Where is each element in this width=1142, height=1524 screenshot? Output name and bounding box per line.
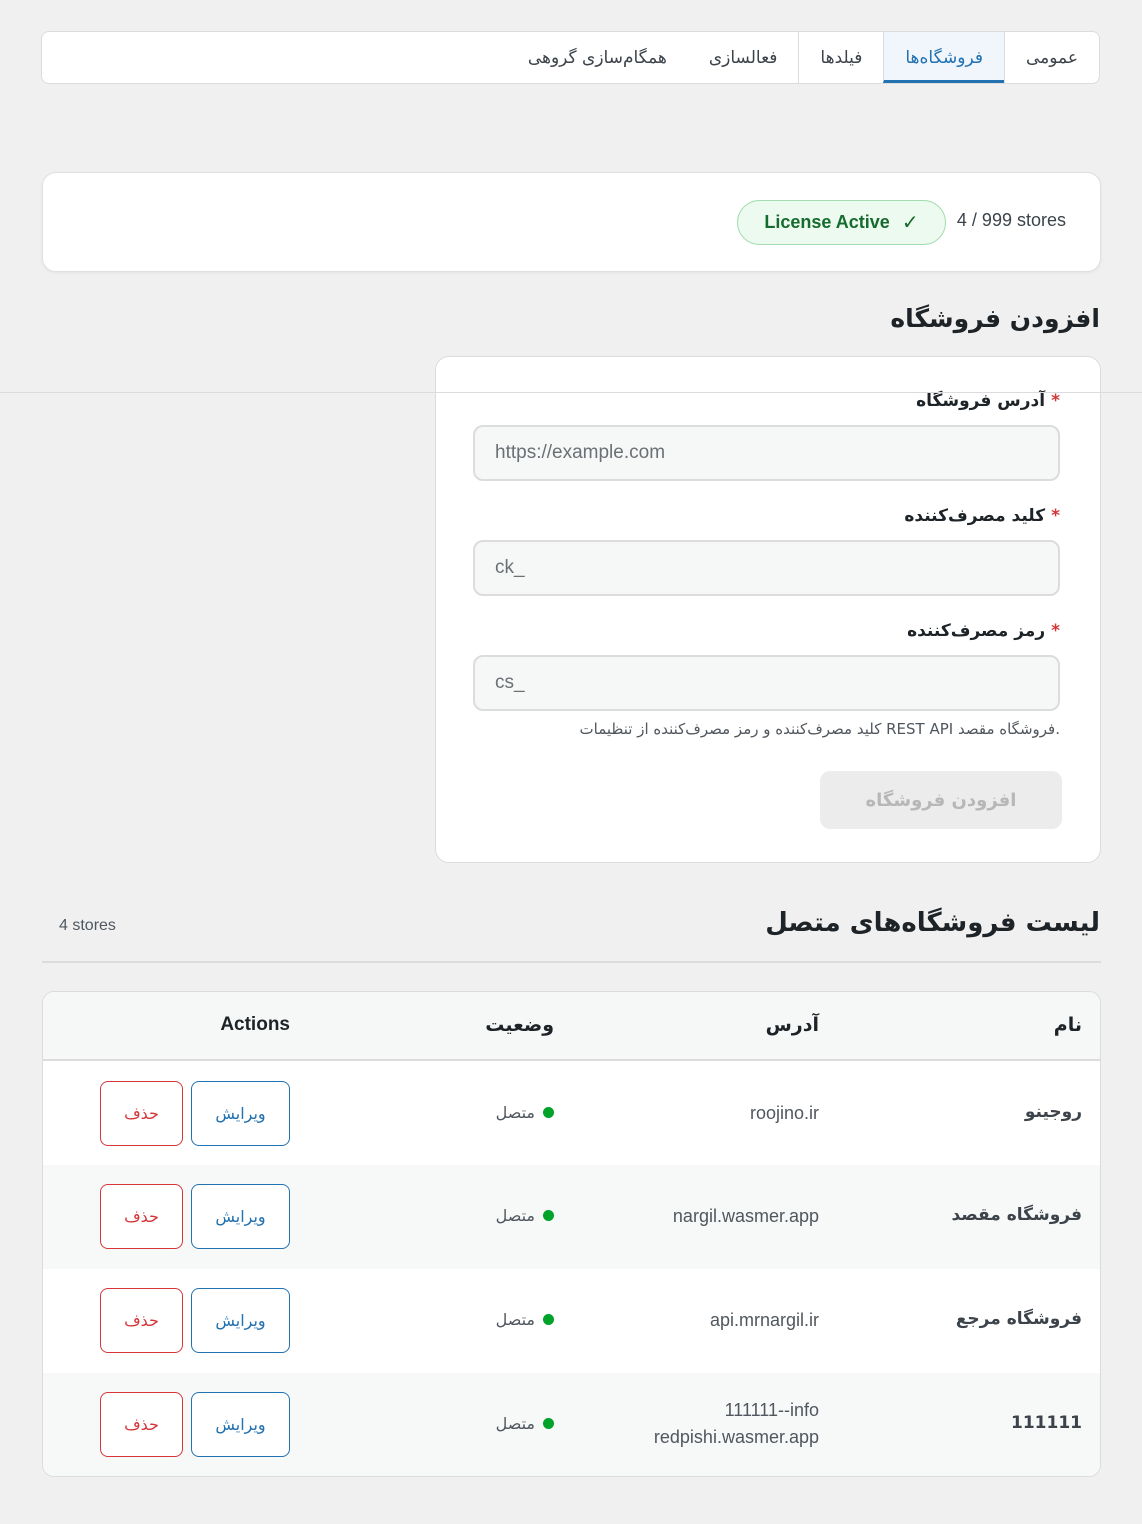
tab-bulk-sync[interactable]: همگام‌سازی گروهی <box>507 32 688 83</box>
required-mark: * <box>1051 621 1060 641</box>
tab-fields[interactable]: فیلدها <box>798 32 883 83</box>
store-url-label: * آدرس فروشگاه <box>916 391 1060 411</box>
edit-button[interactable]: ویرایش <box>191 1392 290 1457</box>
table-row: 111111 111111--info redpishi.wasmer.app … <box>43 1373 1100 1476</box>
status-badge: متصل <box>496 1103 554 1122</box>
status-label: متصل <box>495 1103 535 1122</box>
store-address: api.mrnargil.ir <box>710 1307 819 1334</box>
credentials-help-text: کلید مصرف‌کننده و رمز مصرف‌کننده از تنظی… <box>579 720 1060 738</box>
table-row: روجینو roojino.ir متصل ویرایش حذف <box>43 1062 1100 1166</box>
connected-dot-icon <box>543 1210 554 1221</box>
consumer-key-label: * کلید مصرف‌کننده <box>904 506 1060 526</box>
store-name: روجینو <box>1024 1102 1082 1122</box>
add-store-button[interactable]: افزودن فروشگاه <box>820 771 1062 829</box>
status-badge: متصل <box>496 1414 554 1433</box>
status-label: متصل <box>495 1206 535 1225</box>
license-store-count: 4 / 999 stores <box>956 210 1066 230</box>
store-list-count: 4 stores <box>59 917 116 934</box>
consumer-secret-input[interactable] <box>473 655 1060 711</box>
store-url-label-text: آدرس فروشگاه <box>916 391 1046 411</box>
add-store-form: * آدرس فروشگاه * کلید مصرف‌کننده * رمز م… <box>435 356 1101 863</box>
connected-dot-icon <box>543 1418 554 1429</box>
license-status-badge: License Active ✓ <box>737 200 946 245</box>
store-name: 111111 <box>1011 1413 1082 1433</box>
consumer-secret-label: * رمز مصرف‌کننده <box>907 621 1060 641</box>
required-mark: * <box>1051 506 1060 526</box>
store-address: roojino.ir <box>750 1100 819 1127</box>
column-header-address: آدرس <box>765 1014 819 1036</box>
add-store-title: افزودن فروشگاه <box>890 304 1100 333</box>
delete-button[interactable]: حذف <box>100 1081 183 1146</box>
check-icon: ✓ <box>901 212 919 234</box>
license-card: 4 / 999 stores License Active ✓ <box>42 172 1101 272</box>
divider-line <box>0 392 1142 393</box>
store-name: فروشگاه مرجع <box>955 1309 1082 1329</box>
store-list-title: لیست فروشگاه‌های متصل <box>765 908 1100 938</box>
status-badge: متصل <box>496 1206 554 1225</box>
edit-button[interactable]: ویرایش <box>191 1288 290 1353</box>
status-label: متصل <box>495 1414 535 1433</box>
store-address-line: api.mrnargil.ir <box>709 1310 819 1330</box>
connected-dot-icon <box>543 1314 554 1325</box>
store-address-line: redpishi.wasmer.app <box>653 1427 819 1447</box>
delete-button[interactable]: حذف <box>100 1288 183 1353</box>
settings-tabs: عمومی فروشگاه‌ها فیلدها فعالسازی همگام‌س… <box>41 31 1100 84</box>
store-address: nargil.wasmer.app <box>673 1203 819 1230</box>
store-list-divider <box>42 961 1101 963</box>
edit-button[interactable]: ویرایش <box>191 1081 290 1146</box>
consumer-key-input[interactable] <box>473 540 1060 596</box>
required-mark: * <box>1051 391 1060 411</box>
table-header: نام آدرس وضعیت Actions <box>43 992 1100 1061</box>
edit-button[interactable]: ویرایش <box>191 1184 290 1249</box>
table-row: فروشگاه مرجع api.mrnargil.ir متصل ویرایش… <box>43 1269 1100 1373</box>
column-header-status: وضعیت <box>485 1014 554 1036</box>
store-name: فروشگاه مقصد <box>951 1205 1082 1225</box>
status-label: متصل <box>495 1310 535 1329</box>
stores-table: نام آدرس وضعیت Actions روجینو roojino.ir… <box>42 991 1101 1477</box>
consumer-secret-label-text: رمز مصرف‌کننده <box>907 621 1046 641</box>
license-status-label: License Active <box>764 212 890 232</box>
store-address-line: 111111--info <box>724 1400 819 1420</box>
tab-general[interactable]: عمومی <box>1003 32 1099 83</box>
connected-dot-icon <box>543 1107 554 1118</box>
store-address-line: nargil.wasmer.app <box>672 1206 819 1226</box>
tab-stores[interactable]: فروشگاه‌ها <box>883 32 1004 83</box>
table-row: فروشگاه مقصد nargil.wasmer.app متصل ویرا… <box>43 1165 1100 1269</box>
column-header-name: نام <box>1053 1014 1082 1036</box>
store-url-input[interactable] <box>473 425 1060 481</box>
store-address: 111111--info redpishi.wasmer.app <box>654 1397 819 1451</box>
column-header-actions: Actions <box>220 1014 290 1035</box>
status-badge: متصل <box>496 1310 554 1329</box>
delete-button[interactable]: حذف <box>100 1184 183 1249</box>
store-address-line: roojino.ir <box>749 1103 819 1123</box>
tab-activation[interactable]: فعالسازی <box>688 32 799 83</box>
consumer-key-label-text: کلید مصرف‌کننده <box>904 506 1046 526</box>
delete-button[interactable]: حذف <box>100 1392 183 1457</box>
